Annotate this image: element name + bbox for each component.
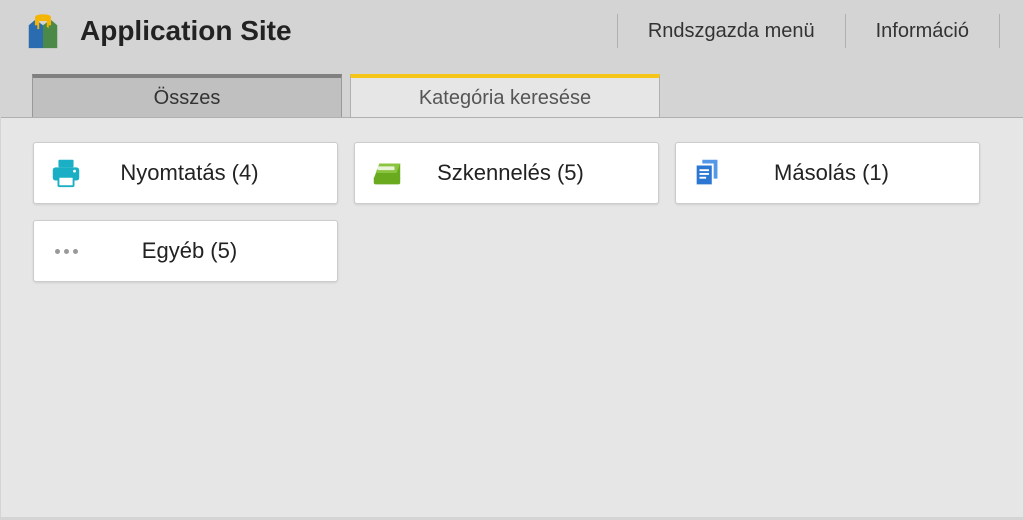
category-grid: Nyomtatás (4) Szkennelés (5) bbox=[33, 142, 991, 282]
category-label: Nyomtatás (4) bbox=[56, 160, 323, 186]
category-card-copy[interactable]: Másolás (1) bbox=[675, 142, 980, 204]
shopping-bag-icon bbox=[24, 12, 62, 50]
category-label: Szkennelés (5) bbox=[377, 160, 644, 186]
category-label: Másolás (1) bbox=[698, 160, 965, 186]
category-card-scan[interactable]: Szkennelés (5) bbox=[354, 142, 659, 204]
tabs: Összes Kategória keresése bbox=[0, 74, 1024, 118]
header-menu: Rndszgazda menü Információ bbox=[617, 0, 1000, 62]
category-card-other[interactable]: Egyéb (5) bbox=[33, 220, 338, 282]
page-title: Application Site bbox=[80, 15, 617, 47]
content-area: Nyomtatás (4) Szkennelés (5) bbox=[1, 117, 1023, 517]
admin-menu-button[interactable]: Rndszgazda menü bbox=[617, 14, 845, 48]
header: Application Site Rndszgazda menü Informá… bbox=[0, 0, 1024, 62]
tab-search-category[interactable]: Kategória keresése bbox=[350, 74, 660, 118]
category-card-print[interactable]: Nyomtatás (4) bbox=[33, 142, 338, 204]
category-label: Egyéb (5) bbox=[56, 238, 323, 264]
info-button[interactable]: Információ bbox=[845, 14, 1000, 48]
tab-all[interactable]: Összes bbox=[32, 74, 342, 118]
